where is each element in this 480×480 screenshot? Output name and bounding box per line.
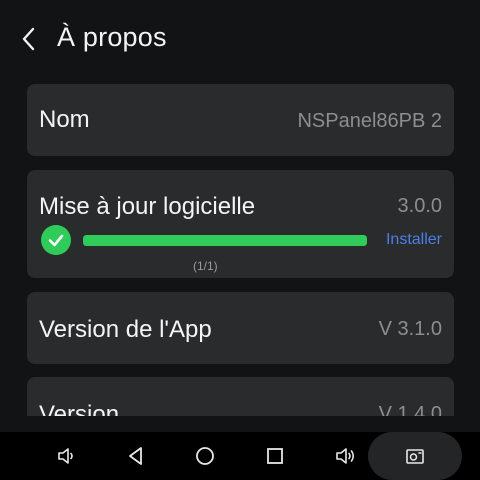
volume-down-icon <box>58 448 73 464</box>
settings-list[interactable]: Nom NSPanel86PB 2 Mise à jour logicielle… <box>0 80 480 416</box>
recents-nav-button[interactable] <box>251 432 299 480</box>
version-row[interactable]: Version V 1.4.0 <box>27 377 454 416</box>
name-label: Nom <box>39 106 90 133</box>
software-update-label: Mise à jour logicielle <box>39 193 256 220</box>
name-value: NSPanel86PB 2 <box>297 110 442 132</box>
version-value: V 1.4.0 <box>378 403 442 416</box>
system-navigation-bar <box>0 432 480 480</box>
update-progress-fill <box>83 235 367 246</box>
app-version-row[interactable]: Version de l'App V 3.1.0 <box>27 292 454 364</box>
back-triangle-icon <box>129 447 142 465</box>
volume-up-button[interactable] <box>321 432 369 480</box>
recents-square-icon <box>267 448 283 464</box>
app-version-label: Version de l'App <box>39 316 212 343</box>
install-button[interactable]: Installer <box>386 231 442 249</box>
back-nav-button[interactable] <box>112 432 160 480</box>
chevron-left-icon <box>22 27 35 51</box>
home-nav-button[interactable] <box>181 432 229 480</box>
update-progress-bar <box>83 235 367 246</box>
back-button[interactable] <box>14 24 44 54</box>
screenshot-button[interactable] <box>391 432 439 480</box>
home-circle-icon <box>196 447 214 465</box>
header: À propos <box>0 0 480 80</box>
check-circle-icon <box>41 225 71 255</box>
name-row[interactable]: Nom NSPanel86PB 2 <box>27 84 454 156</box>
app-version-value: V 3.1.0 <box>378 318 442 340</box>
screenshot-icon <box>406 449 424 464</box>
update-progress-count: (1/1) <box>193 259 218 273</box>
software-update-row[interactable]: Mise à jour logicielle 3.0.0 Installer (… <box>27 170 454 278</box>
version-label: Version <box>39 401 120 416</box>
volume-down-button[interactable] <box>43 432 91 480</box>
software-update-version: 3.0.0 <box>397 195 442 217</box>
volume-up-icon <box>336 448 355 464</box>
page-title: À propos <box>57 22 167 52</box>
